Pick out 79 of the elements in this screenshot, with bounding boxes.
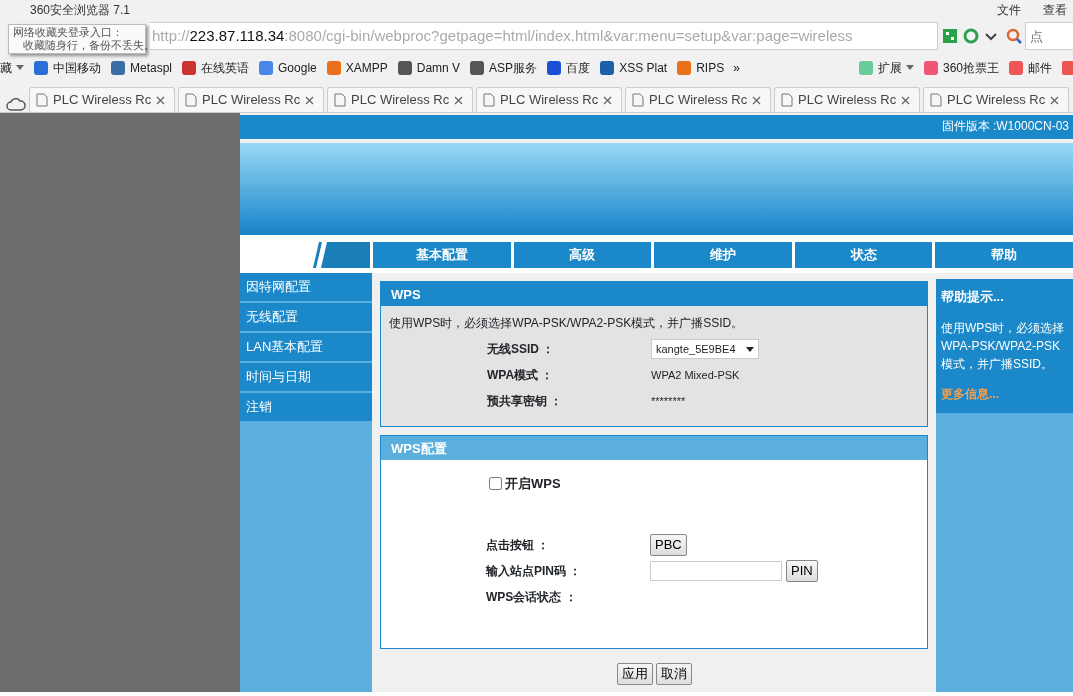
pbc-button[interactable]: PBC [650,533,687,556]
bookmark-link[interactable]: XAMPP [325,59,388,77]
tooltip-title: 网络收藏夹登录入口： [13,26,123,39]
page-icon [930,93,942,107]
page-icon [185,93,197,107]
sidebar-item[interactable]: 因特网配置 [240,273,372,301]
close-icon [454,95,464,105]
bookmark-link[interactable]: ASP服务 [469,59,538,77]
sidebar-item[interactable]: 无线配置 [240,303,372,331]
page-icon [781,93,793,107]
nav-tab[interactable]: 帮助 [935,242,1073,268]
sidebar-item[interactable]: 时间与日期 [240,363,372,391]
bookmark-link[interactable]: RIPS [676,59,725,77]
panel-title: WPS [381,282,927,306]
page-icon [334,93,346,107]
close-icon [1050,95,1060,105]
bookmark-link[interactable]: 百度 [546,59,591,77]
caret-icon [16,65,24,71]
bookmark-link[interactable]: 在线英语 [181,59,250,77]
form-button[interactable]: 应用 [616,663,653,685]
close-icon [156,95,166,105]
browser-tab[interactable]: PLC Wireless Rc [774,87,920,112]
sidebar-item[interactable]: 注销 [240,393,372,421]
bookmark-link[interactable]: Damn V [396,59,461,77]
field-label: WPA模式 ： [487,367,555,384]
cloud-icon [6,96,26,112]
toolbar-link[interactable]: 邮件 [1008,59,1052,77]
panel-title: WPS配置 [381,436,927,460]
bookmark-link[interactable]: Metaspl [110,59,173,77]
nav-tab[interactable]: 高级 [513,242,652,268]
pin-button[interactable]: PIN [786,559,818,582]
browser-tab[interactable]: PLC Wireless Rc [476,87,622,112]
field-label: 预共享密钥 ： [487,393,564,410]
nav-tab[interactable]: 状态 [794,242,933,268]
checkbox-label: 开启WPS [505,475,561,493]
sidebar-item[interactable]: LAN基本配置 [240,333,372,361]
caret-icon [745,346,754,352]
browser-tab[interactable]: PLC Wireless Rc [327,87,473,112]
note-text: 使用WPS时，必须选择WPA-PSK/WPA2-PSK模式，并广播SSID。 [389,315,745,332]
close-icon [305,95,315,105]
more-bookmarks[interactable]: » [733,59,740,77]
toolbar-link[interactable]: 360抢票王 [922,59,999,77]
window-title: 360安全浏览器 7.1 [30,2,131,19]
browser-tab[interactable]: PLC Wireless Rc [29,87,175,112]
nav-tab[interactable]: 维护 [654,242,792,268]
favorites-menu[interactable]: 藏 [0,59,24,77]
page-icon [36,93,48,107]
field-label: 无线SSID ： [487,341,556,358]
bookmark-link[interactable]: Google [258,59,317,77]
bookmark-link[interactable]: XSS Plat [599,59,668,77]
pin-field[interactable] [650,560,782,581]
close-icon [603,95,613,105]
field-label: 输入站点PIN码 ： [486,562,583,580]
close-icon [901,95,911,105]
browser-tab[interactable]: PLC Wireless Rc [625,87,771,112]
field-value: WPA2 Mixed-PSK [651,367,740,383]
menu-item[interactable]: 文件 [997,1,1021,19]
field-value: ******** [651,393,686,409]
browser-tab[interactable]: PLC Wireless Rc [923,87,1069,112]
browser-tab[interactable]: PLC Wireless Rc [178,87,324,112]
bookmark-link[interactable]: 中国移动 [33,59,101,77]
toolbar-link[interactable]: 扩展 [857,59,914,77]
help-title: 帮助提示... [941,288,1005,306]
firmware-version: 固件版本 :W1000CN-03 [240,115,1073,139]
page-icon [632,93,644,107]
menu-item[interactable]: 查看 [1043,1,1067,19]
caret-icon [905,65,914,71]
nav-tab[interactable]: 基本配置 [373,242,511,268]
search-field[interactable]: 点 [1025,22,1073,50]
search-icon [1006,28,1022,44]
page-icon [483,93,495,107]
close-icon [752,95,762,105]
address-field[interactable]: http://223.87.118.34:8080/cgi-bin/webproc?getpage=html/index.html&var:menu=setup&var:page=wireless [150,22,938,50]
help-text: 使用WPS时，必须选择WPA-PSK/WPA2-PSK模式，并广播SSID。 [941,319,1066,373]
ssid-select[interactable]: kangte_5E9BE4 [651,338,759,360]
checkbox[interactable] [489,477,502,491]
field-label: WPS会话状态 ： [486,588,578,606]
field-label: 点击按钮 ： [486,536,551,554]
form-button[interactable]: 取消 [655,663,692,685]
